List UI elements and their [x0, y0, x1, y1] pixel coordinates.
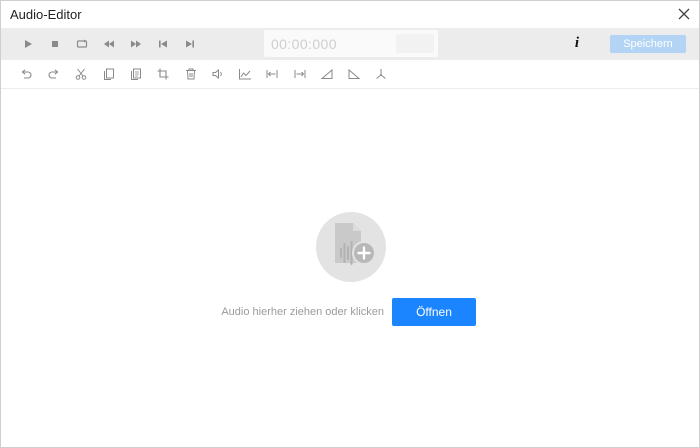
stop-button[interactable] [47, 36, 63, 52]
crop-button[interactable] [155, 66, 171, 82]
edit-toolbar [1, 60, 699, 89]
skip-to-start-button[interactable] [155, 36, 171, 52]
split-icon [376, 69, 386, 79]
trim-start-button[interactable] [264, 66, 280, 82]
close-button[interactable] [675, 5, 693, 23]
audio-file-add-icon [315, 211, 387, 283]
fade-out-button[interactable] [346, 66, 362, 82]
undo-button[interactable] [18, 66, 34, 82]
close-icon [678, 8, 690, 20]
trash-icon [186, 68, 196, 80]
delete-button[interactable] [183, 66, 199, 82]
trim-end-icon [294, 70, 306, 78]
rewind-button[interactable] [101, 36, 117, 52]
timecode-unit-box [396, 34, 434, 53]
skip-start-icon [159, 40, 167, 48]
copy-icon [104, 68, 114, 80]
fade-in-icon [320, 68, 333, 79]
waveform-chart-icon [239, 69, 251, 80]
fade-in-button[interactable] [319, 66, 335, 82]
play-button[interactable] [20, 36, 36, 52]
scissors-icon [75, 68, 87, 80]
paste-icon [131, 68, 141, 80]
play-icon [25, 40, 32, 48]
redo-button[interactable] [46, 66, 62, 82]
audio-dropzone[interactable]: Audio hierher ziehen oder klicken Öffnen [1, 89, 699, 447]
fast-forward-icon [131, 40, 141, 48]
amplify-button[interactable] [237, 66, 253, 82]
info-icon[interactable]: i [570, 35, 584, 53]
cut-button[interactable] [73, 66, 89, 82]
trim-end-button[interactable] [292, 66, 308, 82]
title-bar: Audio-Editor [1, 1, 699, 28]
skip-end-icon [186, 40, 194, 48]
timecode-value: 00:00:000 [271, 36, 337, 52]
stop-icon [52, 41, 58, 47]
save-button[interactable]: Speichern [610, 35, 686, 53]
fade-out-icon [348, 68, 361, 79]
split-button[interactable] [373, 66, 389, 82]
transport-bar: 00:00:000 i Speichern [1, 28, 699, 60]
crop-icon [157, 68, 169, 80]
trim-start-icon [266, 70, 278, 78]
window-title: Audio-Editor [10, 7, 82, 22]
rewind-icon [104, 40, 114, 48]
dropzone-hint: Audio hierher ziehen oder klicken [221, 306, 384, 318]
open-button[interactable]: Öffnen [392, 298, 476, 326]
loop-button[interactable] [74, 36, 90, 52]
volume-icon [212, 68, 222, 80]
undo-icon [21, 69, 32, 79]
fast-forward-button[interactable] [128, 36, 144, 52]
timecode-display: 00:00:000 [264, 30, 438, 57]
skip-to-end-button[interactable] [182, 36, 198, 52]
volume-button[interactable] [210, 66, 226, 82]
paste-button[interactable] [128, 66, 144, 82]
loop-icon [76, 39, 88, 48]
copy-button[interactable] [101, 66, 117, 82]
redo-icon [48, 69, 59, 79]
audio-editor-window: Audio-Editor 00:00:000 i Speichern Audio… [0, 0, 700, 448]
